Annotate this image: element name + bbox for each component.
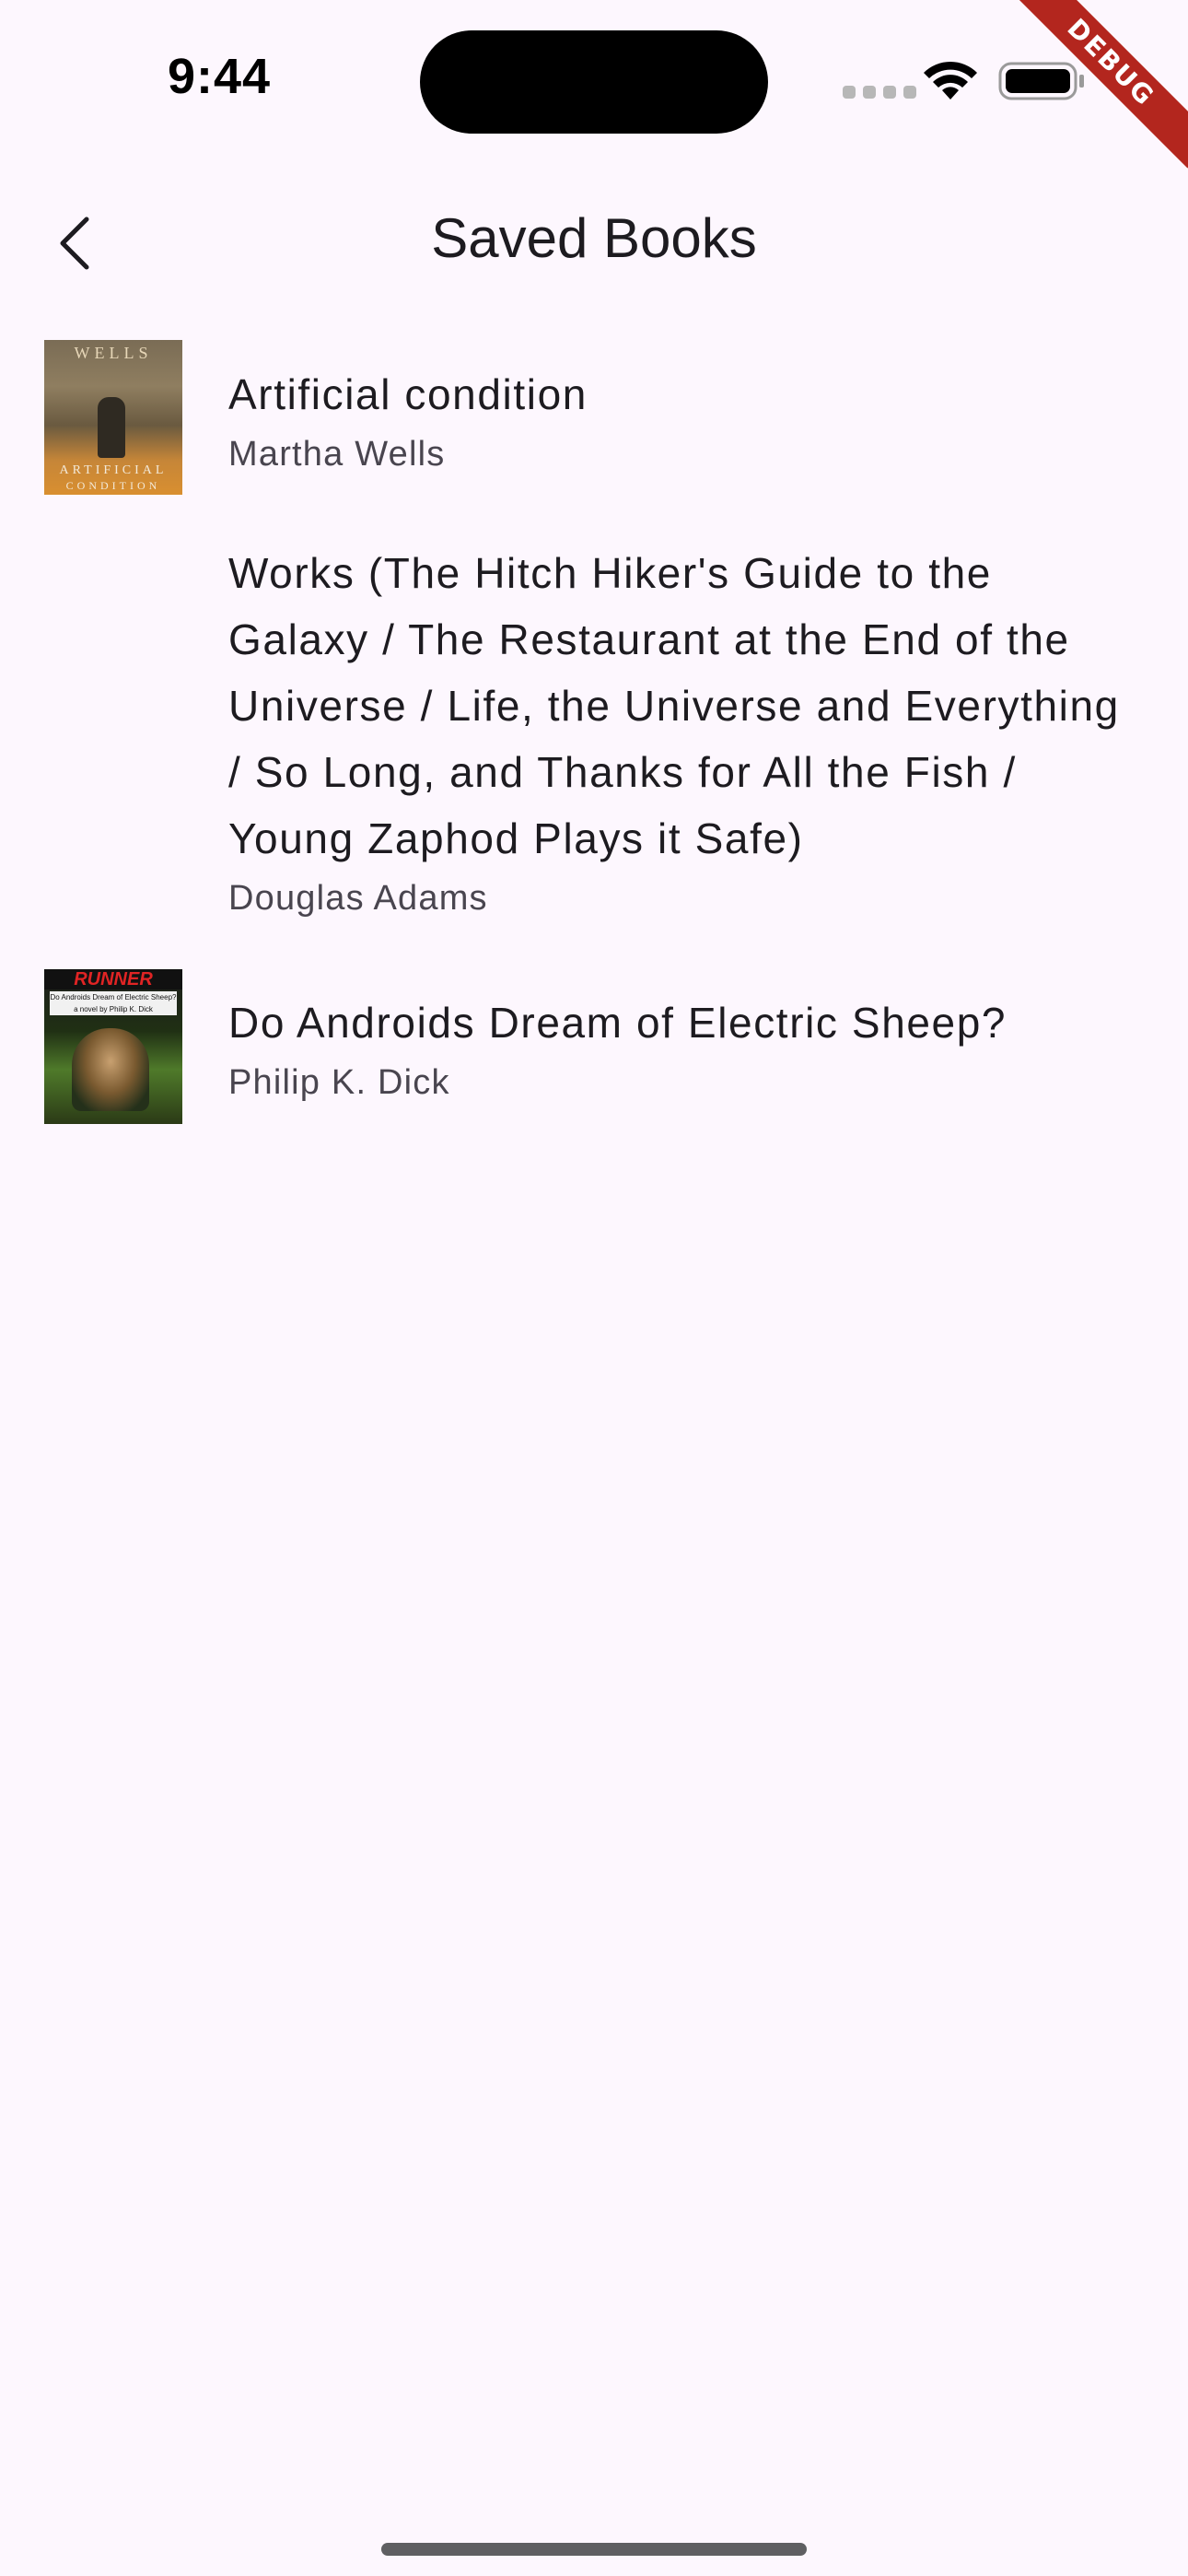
cellular-signal-icon (843, 86, 916, 99)
cover-head-text: RUNNER (44, 969, 182, 989)
dynamic-island (420, 30, 768, 134)
book-author: Philip K. Dick (228, 1063, 450, 1102)
status-bar: 9:44 (0, 0, 1188, 157)
cover-title-text: ARTIFICIAL (59, 463, 168, 477)
battery-icon (998, 62, 1084, 100)
book-author: Douglas Adams (228, 879, 488, 918)
book-title: Do Androids Dream of Electric Sheep? (228, 999, 1007, 1047)
book-cover-image: WELLS ARTIFICIAL CONDITION (44, 340, 182, 495)
status-time: 9:44 (168, 49, 272, 104)
book-cover-placeholder (44, 516, 182, 671)
cover-figure (98, 397, 125, 458)
book-title: Works (The Hitch Hiker's Guide to the Ga… (228, 549, 1120, 862)
book-text: Artificial condition Martha Wells (228, 337, 1144, 477)
book-title: Artificial condition (228, 370, 588, 418)
wifi-icon (924, 61, 977, 100)
app-bar: Saved Books (0, 184, 1188, 299)
page-title: Saved Books (431, 207, 757, 269)
book-text: Works (The Hitch Hiker's Guide to the Ga… (228, 516, 1144, 921)
cover-subtitle-text: CONDITION (65, 479, 161, 492)
book-text: Do Androids Dream of Electric Sheep? Phi… (228, 966, 1144, 1106)
cover-face (72, 1028, 149, 1111)
book-list-item[interactable]: WELLS ARTIFICIAL CONDITION Artificial co… (0, 337, 1188, 516)
book-cover-image: RUNNER Do Androids Dream of Electric She… (44, 969, 182, 1124)
book-list-item[interactable]: RUNNER Do Androids Dream of Electric She… (0, 966, 1188, 1150)
book-author: Martha Wells (228, 435, 446, 474)
cover-author-text: WELLS (74, 344, 153, 362)
home-indicator[interactable] (381, 2543, 807, 2556)
book-list-item[interactable]: Works (The Hitch Hiker's Guide to the Ga… (0, 516, 1188, 966)
cover-band-text: Do Androids Dream of Electric Sheep? a n… (50, 991, 177, 1015)
saved-books-list: WELLS ARTIFICIAL CONDITION Artificial co… (0, 337, 1188, 1150)
